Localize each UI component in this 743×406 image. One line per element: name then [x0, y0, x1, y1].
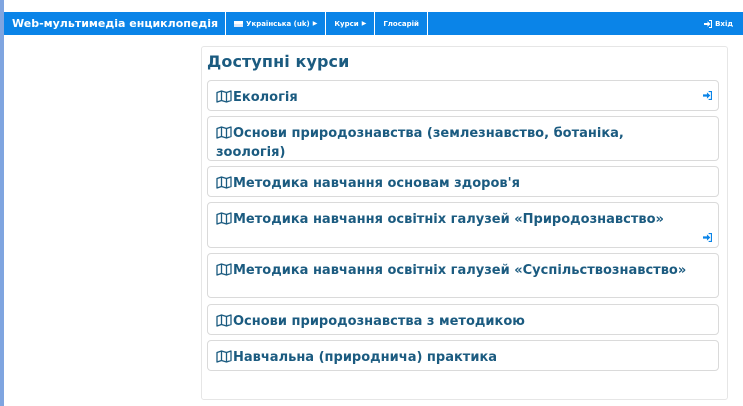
- map-icon: [216, 176, 232, 189]
- course-title-text: Методика навчання освітніх галузей «Сусп…: [233, 263, 687, 278]
- course-title[interactable]: Методика навчання освітніх галузей «Прир…: [216, 212, 664, 227]
- flag-icon: [234, 20, 244, 27]
- course-title[interactable]: Основи природознавства (землезнавство, б…: [216, 126, 624, 160]
- map-icon: [216, 314, 232, 327]
- window-left-edge: [0, 0, 4, 406]
- course-title-text: Основи природознавства (землезнавство, б…: [216, 126, 624, 160]
- course-item[interactable]: Методика навчання освітніх галузей «Прир…: [207, 202, 719, 248]
- course-title[interactable]: Основи природознавства з методикою: [216, 314, 525, 329]
- courses-menu-label: Курси: [334, 19, 359, 28]
- map-icon: [216, 126, 232, 139]
- course-title-text: Методика навчання освітніх галузей «Прир…: [233, 212, 664, 227]
- map-icon: [216, 90, 232, 103]
- login-arrow-icon[interactable]: [703, 233, 712, 242]
- glossary-link[interactable]: Глосарій: [374, 12, 428, 35]
- caret-right-icon: ▶: [312, 20, 318, 27]
- course-title[interactable]: Методика навчання основам здоров'я: [216, 176, 520, 191]
- course-item[interactable]: Основи природознавства (землезнавство, б…: [207, 116, 719, 161]
- page-title: Доступні курси: [207, 52, 350, 71]
- glossary-label: Глосарій: [383, 19, 419, 28]
- language-label: Українська (uk): [246, 19, 310, 28]
- course-item[interactable]: Екологія: [207, 80, 719, 111]
- course-item[interactable]: Основи природознавства з методикою: [207, 304, 719, 335]
- site-brand-link[interactable]: Web-мультимедіа енциклопедія: [4, 17, 225, 30]
- page: Web-мультимедіа енциклопедія Українська …: [0, 0, 743, 406]
- course-title-text: Екологія: [233, 90, 298, 105]
- course-item[interactable]: Методика навчання освітніх галузей «Сусп…: [207, 253, 719, 298]
- login-label: Вхід: [715, 19, 733, 28]
- course-item[interactable]: Навчальна (природнича) практика: [207, 340, 719, 371]
- course-title-text: Основи природознавства з методикою: [233, 314, 525, 329]
- course-title[interactable]: Навчальна (природнича) практика: [216, 350, 497, 365]
- map-icon: [216, 263, 232, 276]
- map-icon: [216, 350, 232, 363]
- courses-menu[interactable]: Курси ▶: [325, 12, 374, 35]
- course-item[interactable]: Методика навчання основам здоров'я: [207, 166, 719, 197]
- login-icon: [704, 19, 713, 28]
- course-title-text: Навчальна (природнича) практика: [233, 350, 498, 365]
- caret-right-icon: ▶: [361, 20, 367, 27]
- login-link[interactable]: Вхід: [704, 19, 743, 28]
- course-title[interactable]: Методика навчання освітніх галузей «Сусп…: [216, 263, 686, 278]
- language-menu[interactable]: Українська (uk) ▶: [225, 12, 325, 35]
- login-arrow-icon[interactable]: [703, 91, 712, 100]
- course-title[interactable]: Екологія: [216, 90, 298, 105]
- course-title-text: Методика навчання основам здоров'я: [233, 176, 520, 191]
- top-navbar: Web-мультимедіа енциклопедія Українська …: [4, 12, 743, 35]
- map-icon: [216, 212, 232, 225]
